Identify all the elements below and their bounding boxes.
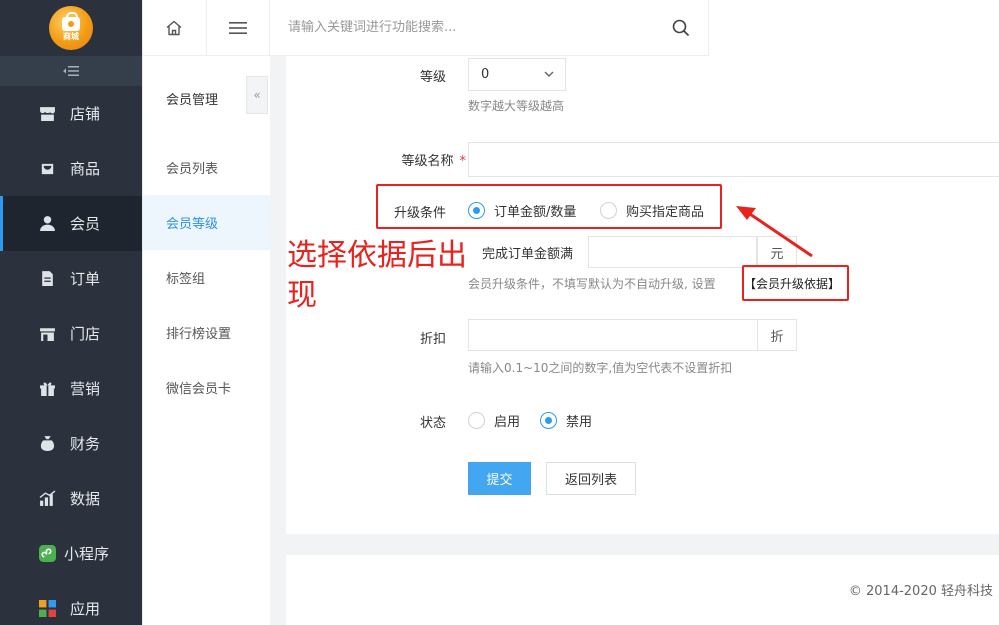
submenu-title: 会员管理 « [143, 56, 270, 140]
submenu-item-member-level[interactable]: 会员等级 [143, 195, 270, 250]
top-right-area [708, 0, 999, 56]
sidebar-item-mini-program[interactable]: 小程序 [0, 526, 142, 581]
sidebar-item-apps[interactable]: 应用 [0, 581, 142, 625]
submenu-item-tag-groups[interactable]: 标签组 [143, 250, 270, 305]
sidebar-collapse-button[interactable] [0, 56, 142, 86]
sidebar-item-label: 营销 [70, 380, 101, 398]
sidebar-item-label: 财务 [70, 435, 101, 453]
radio-label: 禁用 [566, 415, 593, 430]
level-name-label: 等级名称 * [326, 150, 466, 169]
submenu-item-label: 标签组 [166, 272, 206, 287]
sidebar-item-data[interactable]: 数据 [0, 471, 142, 526]
annotation-box-upgrade-options [376, 184, 722, 229]
home-button[interactable] [143, 0, 207, 56]
sidebar-item-members[interactable]: 会员 [0, 196, 142, 251]
radio-disabled[interactable]: 禁用 [540, 411, 592, 430]
submit-button[interactable]: 提交 [468, 462, 531, 495]
submenu-item-label: 排行榜设置 [166, 327, 232, 342]
annotation-box-basis-link [742, 265, 849, 301]
level-name-label-text: 等级名称 [401, 154, 454, 169]
submenu-item-ranking-settings[interactable]: 排行榜设置 [143, 305, 270, 360]
double-chevron-left-icon: « [253, 88, 261, 102]
sidebar-item-stores[interactable]: 门店 [0, 306, 142, 361]
submenu-title-text: 会员管理 [166, 92, 219, 108]
submenu-item-wechat-card[interactable]: 微信会员卡 [143, 360, 270, 415]
logo-area: 商城 [0, 0, 142, 56]
sidebar-item-finance[interactable]: 财务 [0, 416, 142, 471]
shopping-bag-icon [62, 12, 80, 31]
required-mark: * [459, 154, 467, 169]
annotation-arrow-icon [736, 206, 813, 258]
product-bag-icon [38, 160, 56, 178]
page-footer: © 2014-2020 轻舟科技 [286, 555, 999, 625]
sidebar-item-label: 小程序 [64, 545, 110, 563]
gift-icon [38, 380, 56, 398]
level-select[interactable]: 0 [468, 58, 566, 91]
sidebar-item-shop[interactable]: 店铺 [0, 86, 142, 141]
main-sidebar: 商城 店铺 商品 会员 订单 门店 营销 财务 数据 小程序 应用 [0, 0, 142, 625]
sidebar-item-label: 商品 [70, 160, 101, 178]
secondary-menu: 会员管理 « 会员列表 会员等级 标签组 排行榜设置 微信会员卡 [142, 0, 270, 625]
radio-button[interactable] [468, 412, 485, 429]
sidebar-item-label: 数据 [70, 490, 101, 508]
upgrade-help-text: 会员升级条件，不填写默认为不自动升级, 设置 [468, 277, 716, 291]
logo-text: 商城 [63, 32, 79, 41]
chevron-down-icon [544, 71, 554, 77]
discount-input[interactable] [468, 319, 758, 351]
sidebar-item-label: 应用 [70, 600, 101, 618]
back-to-list-button[interactable]: 返回列表 [546, 462, 636, 495]
radio-button-checked[interactable] [540, 412, 557, 429]
bar-chart-icon [38, 490, 56, 508]
store-icon [38, 325, 56, 343]
sidebar-item-products[interactable]: 商品 [0, 141, 142, 196]
search-bar [270, 0, 708, 56]
submenu-item-label: 会员等级 [166, 217, 219, 232]
top-toolbar [143, 0, 270, 56]
sidebar-item-label: 订单 [70, 270, 101, 288]
hamburger-icon [228, 22, 247, 34]
money-bag-icon [38, 435, 56, 453]
discount-label: 折扣 [419, 332, 446, 347]
collapse-menu-icon [63, 66, 79, 76]
level-label: 等级 [419, 70, 446, 85]
sidebar-item-label: 门店 [70, 325, 101, 343]
user-icon [38, 215, 56, 233]
search-input[interactable] [288, 20, 648, 35]
discount-unit-addon: 折 [757, 319, 797, 351]
sidebar-item-label: 店铺 [70, 105, 101, 123]
copyright-text: © 2014-2020 轻舟科技 [848, 584, 993, 599]
discount-help-text: 请输入0.1~10之间的数字,值为空代表不设置折扣 [468, 361, 733, 375]
sidebar-item-label: 会员 [70, 215, 101, 233]
submenu-item-label: 会员列表 [166, 162, 219, 177]
mini-program-icon [38, 545, 56, 563]
level-help-text: 数字越大等级越高 [468, 99, 565, 113]
submenu-item-label: 微信会员卡 [166, 382, 232, 397]
sidebar-item-marketing[interactable]: 营销 [0, 361, 142, 416]
status-label: 状态 [419, 416, 446, 431]
level-name-input[interactable] [468, 142, 999, 177]
shop-icon [38, 105, 56, 123]
sidebar-item-orders[interactable]: 订单 [0, 251, 142, 306]
submenu-fold-button[interactable]: « [246, 76, 268, 114]
radio-enabled[interactable]: 启用 [468, 411, 520, 430]
order-doc-icon [38, 270, 56, 288]
annotation-text: 选择依据后出现 [287, 238, 467, 313]
submenu-item-member-list[interactable]: 会员列表 [143, 140, 270, 195]
search-icon[interactable] [672, 19, 690, 41]
home-icon [166, 20, 182, 36]
radio-label: 启用 [494, 415, 521, 430]
app-logo[interactable]: 商城 [49, 6, 93, 50]
menu-toggle-button[interactable] [207, 0, 270, 56]
apps-grid-icon [38, 600, 56, 618]
level-select-value: 0 [481, 67, 490, 82]
upgrade-amount-prefix: 完成订单金额满 [482, 247, 574, 262]
